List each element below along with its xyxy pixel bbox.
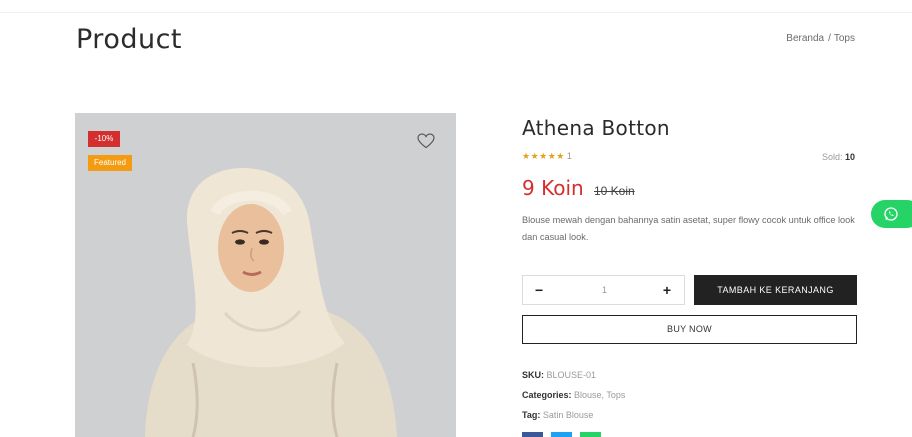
product-old-price: 10 Koin [594,184,635,198]
product-price: 9 Koin [522,176,584,200]
product-categories: Categories: Blouse, Tops [522,390,625,400]
tag-label: Tag: [522,410,541,420]
sold-count: Sold: 10 [822,152,855,162]
whatsapp-chat-button[interactable] [871,200,912,228]
quantity-input[interactable]: 1 [523,285,686,295]
tag-link[interactable]: Satin Blouse [543,410,594,420]
sku-value: BLOUSE-01 [546,370,597,380]
sold-value: 10 [844,152,855,162]
breadcrumb-home-link[interactable]: Beranda [786,33,824,44]
breadcrumb-separator: / [828,33,831,44]
twitter-icon[interactable] [551,432,572,437]
discount-badge: -10% [88,131,120,147]
product-tags: Tag: Satin Blouse [522,410,593,420]
increase-quantity-button[interactable]: + [663,282,671,298]
product-photo [75,113,456,437]
product-rating[interactable]: ★★★★★ 1 [522,151,572,162]
product-title: Athena Botton [522,116,670,140]
whatsapp-share-icon[interactable] [580,432,601,437]
product-image[interactable]: -10% Featured [75,113,456,437]
categories-links[interactable]: Blouse, Tops [574,390,625,400]
top-bar [0,0,912,13]
breadcrumb: Beranda / Tops [786,33,855,44]
rating-count: 1 [566,151,572,161]
add-to-cart-button[interactable]: TAMBAH KE KERANJANG [694,275,857,305]
rating-stars: ★★★★★ [522,151,565,161]
product-sku: SKU: BLOUSE-01 [522,370,596,380]
categories-label: Categories: [522,390,572,400]
facebook-icon[interactable] [522,432,543,437]
heart-icon[interactable] [417,133,435,149]
breadcrumb-current: Tops [833,33,855,44]
quantity-stepper: − 1 + [522,275,685,305]
sold-label: Sold: [821,152,843,162]
sku-label: SKU: [522,370,544,380]
product-description: Blouse mewah dengan bahannya satin aseta… [522,215,855,242]
buy-now-button[interactable]: BUY NOW [522,315,857,344]
featured-badge: Featured [88,155,132,171]
whatsapp-icon [884,207,898,221]
page-title: Product [76,24,183,55]
